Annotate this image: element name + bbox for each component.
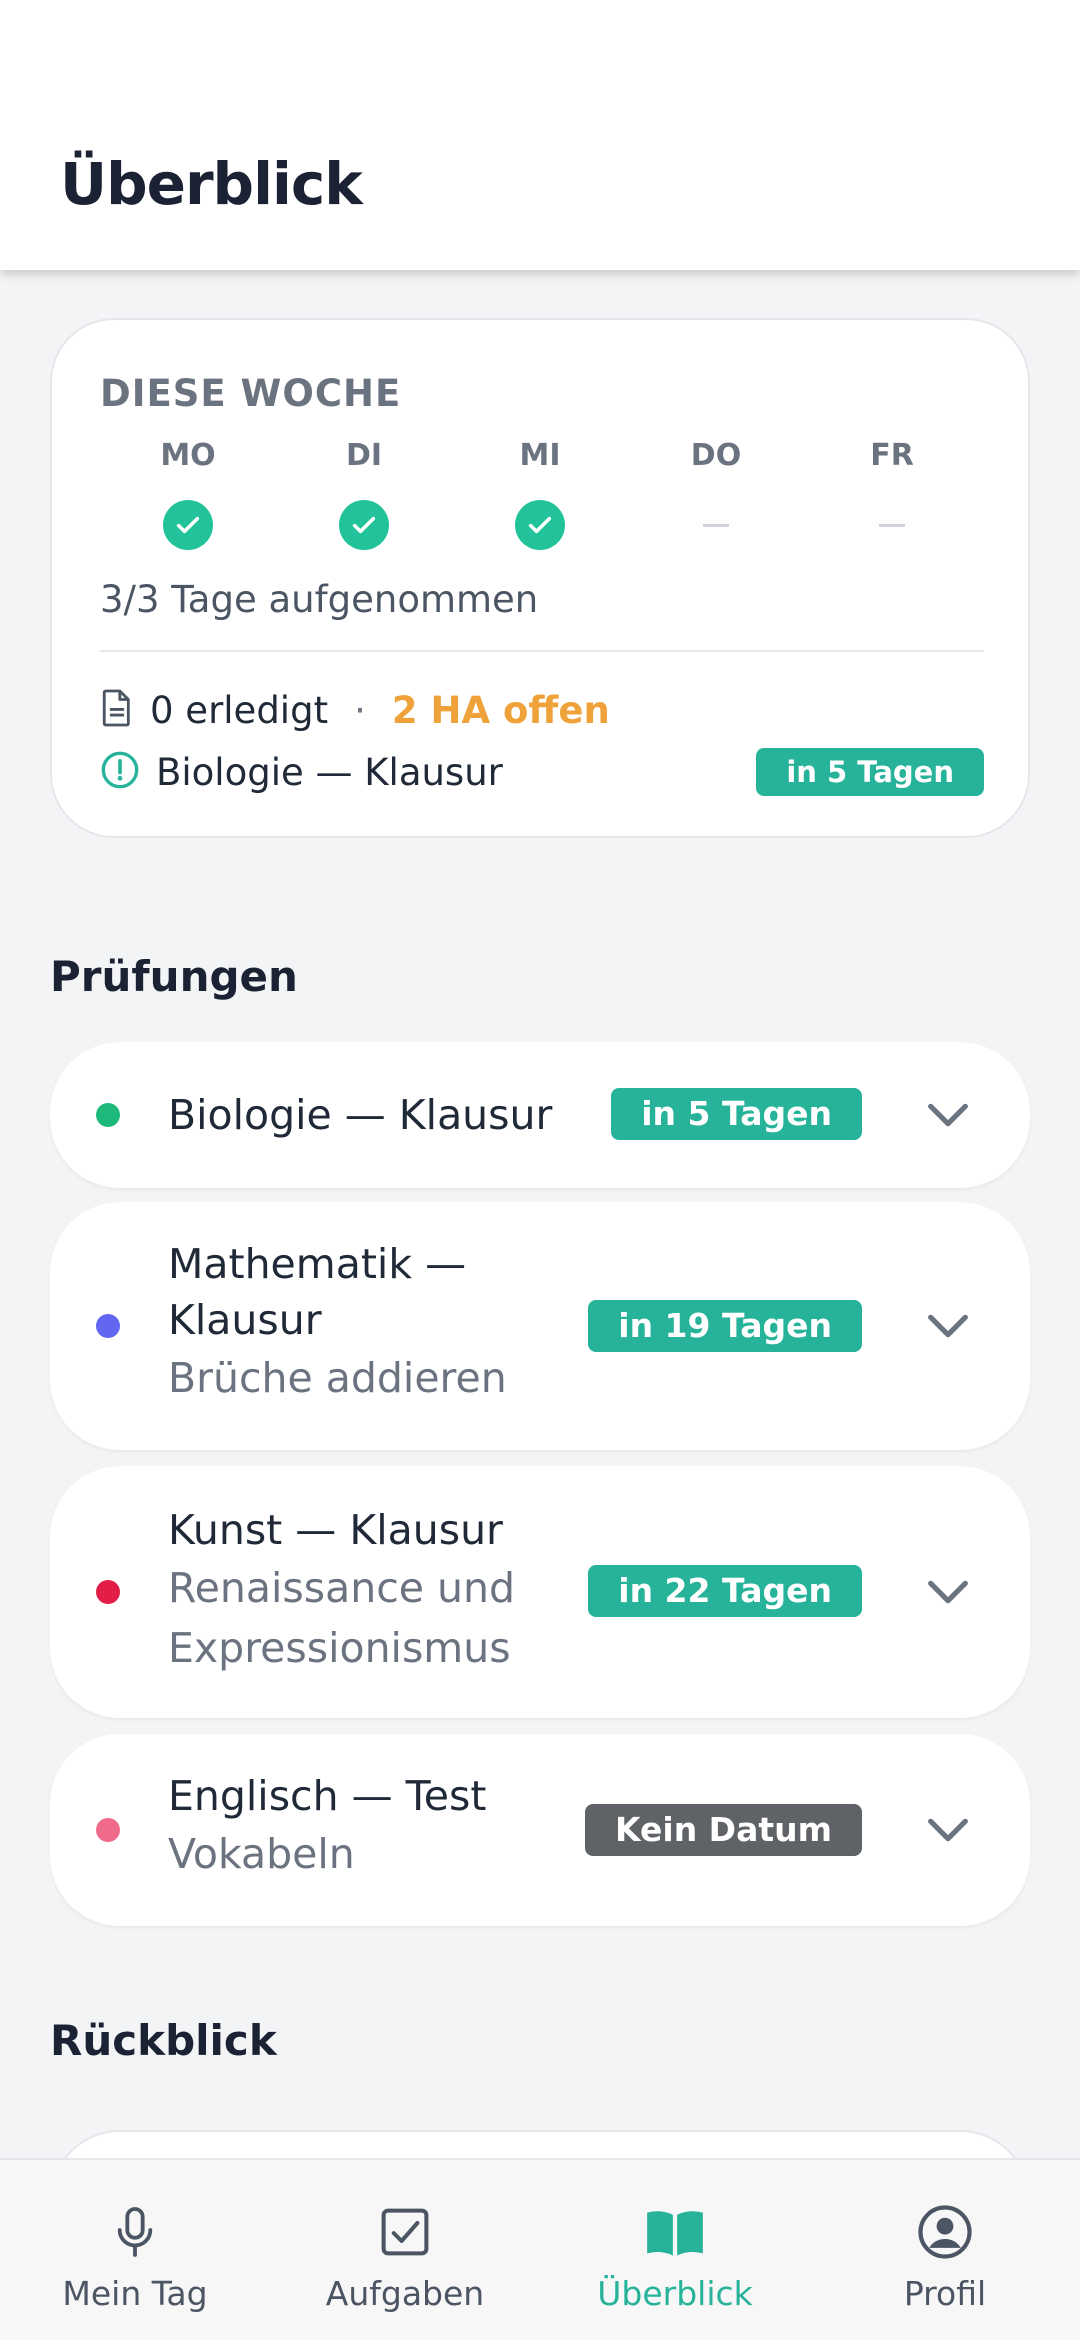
microphone-icon <box>105 2202 165 2262</box>
done-count: 0 erledigt <box>150 688 329 732</box>
bottom-navigation: Mein Tag Aufgaben Überblick Profil <box>0 2158 1080 2340</box>
nav-label: Überblick <box>597 2274 753 2313</box>
nav-item-aufgaben[interactable]: Aufgaben <box>270 2160 540 2340</box>
chevron-down-icon[interactable] <box>922 1566 974 1618</box>
day-label: FR <box>870 438 914 473</box>
next-exam-badge: in 5 Tagen <box>756 748 984 796</box>
app-header: Überblick <box>0 0 1080 270</box>
exam-title: Kunst — Klausur <box>168 1506 503 1554</box>
empty-day-dash <box>703 523 729 527</box>
book-icon <box>645 2202 705 2262</box>
exam-color-dot <box>96 1818 120 1842</box>
day-label: MO <box>160 438 216 473</box>
document-icon <box>100 688 134 732</box>
weekday-row: MO DI MI DO FR <box>100 438 984 550</box>
page-title: Überblick <box>60 150 363 218</box>
nav-item-mein-tag[interactable]: Mein Tag <box>0 2160 270 2340</box>
exam-card-kunst[interactable]: Kunst — Klausur Renaissance und Expressi… <box>50 1466 1030 1718</box>
exam-due-badge: in 19 Tagen <box>588 1300 862 1352</box>
exam-color-dot <box>96 1314 120 1338</box>
homework-status-row: 0 erledigt · 2 HA offen <box>100 680 610 740</box>
exam-card-englisch[interactable]: Englisch — Test Vokabeln Kein Datum <box>50 1734 1030 1926</box>
day-mi: MI <box>452 438 628 550</box>
exam-subtitle: Renaissance und Expressionismus <box>168 1564 515 1672</box>
nav-item-profil[interactable]: Profil <box>810 2160 1080 2340</box>
exam-color-dot <box>96 1103 120 1127</box>
divider <box>100 650 984 652</box>
exam-due-badge: Kein Datum <box>585 1804 862 1856</box>
day-di: DI <box>276 438 452 550</box>
exam-card-biologie[interactable]: Biologie — Klausur in 5 Tagen <box>50 1042 1030 1188</box>
chevron-down-icon[interactable] <box>922 1089 974 1141</box>
nav-label: Aufgaben <box>325 2274 485 2313</box>
exam-title: Englisch — Test <box>168 1772 487 1820</box>
nav-label: Profil <box>903 2274 987 2313</box>
day-label: DO <box>690 438 742 473</box>
nav-item-ueberblick[interactable]: Überblick <box>540 2160 810 2340</box>
chevron-down-icon[interactable] <box>922 1300 974 1352</box>
day-fr: FR <box>804 438 980 550</box>
check-circle-icon <box>339 500 389 550</box>
exam-due-badge: in 5 Tagen <box>611 1088 862 1140</box>
week-title: DIESE WOCHE <box>100 372 402 415</box>
day-label: MI <box>519 438 561 473</box>
week-summary-card: DIESE WOCHE MO DI MI DO FR 3/3 Tage aufg… <box>50 318 1030 838</box>
exam-color-dot <box>96 1580 120 1604</box>
checkbox-icon <box>375 2202 435 2262</box>
exam-title: Biologie — Klausur <box>168 1091 553 1139</box>
exams-section-title: Prüfungen <box>50 952 298 1001</box>
chevron-down-icon[interactable] <box>922 1804 974 1856</box>
alert-circle-icon <box>100 750 140 794</box>
next-exam-title: Biologie — Klausur <box>156 750 503 794</box>
separator-dot: · <box>354 688 366 732</box>
exam-due-badge: in 22 Tagen <box>588 1565 862 1617</box>
day-label: DI <box>345 438 383 473</box>
exam-title: Mathematik — Klausur <box>168 1240 467 1344</box>
profile-icon <box>915 2202 975 2262</box>
day-do: DO <box>628 438 804 550</box>
check-circle-icon <box>515 500 565 550</box>
empty-day-dash <box>879 523 905 527</box>
exam-subtitle: Vokabeln <box>168 1830 355 1878</box>
next-exam-row[interactable]: Biologie — Klausur in 5 Tagen <box>100 742 984 802</box>
nav-label: Mein Tag <box>62 2274 208 2313</box>
check-circle-icon <box>163 500 213 550</box>
homework-open-count[interactable]: 2 HA offen <box>392 689 610 732</box>
review-section-title: Rückblick <box>50 2016 277 2065</box>
day-mo: MO <box>100 438 276 550</box>
exam-card-mathematik[interactable]: Mathematik — Klausur Brüche addieren in … <box>50 1202 1030 1450</box>
days-recorded-summary: 3/3 Tage aufgenommen <box>100 578 539 621</box>
exam-subtitle: Brüche addieren <box>168 1354 507 1402</box>
